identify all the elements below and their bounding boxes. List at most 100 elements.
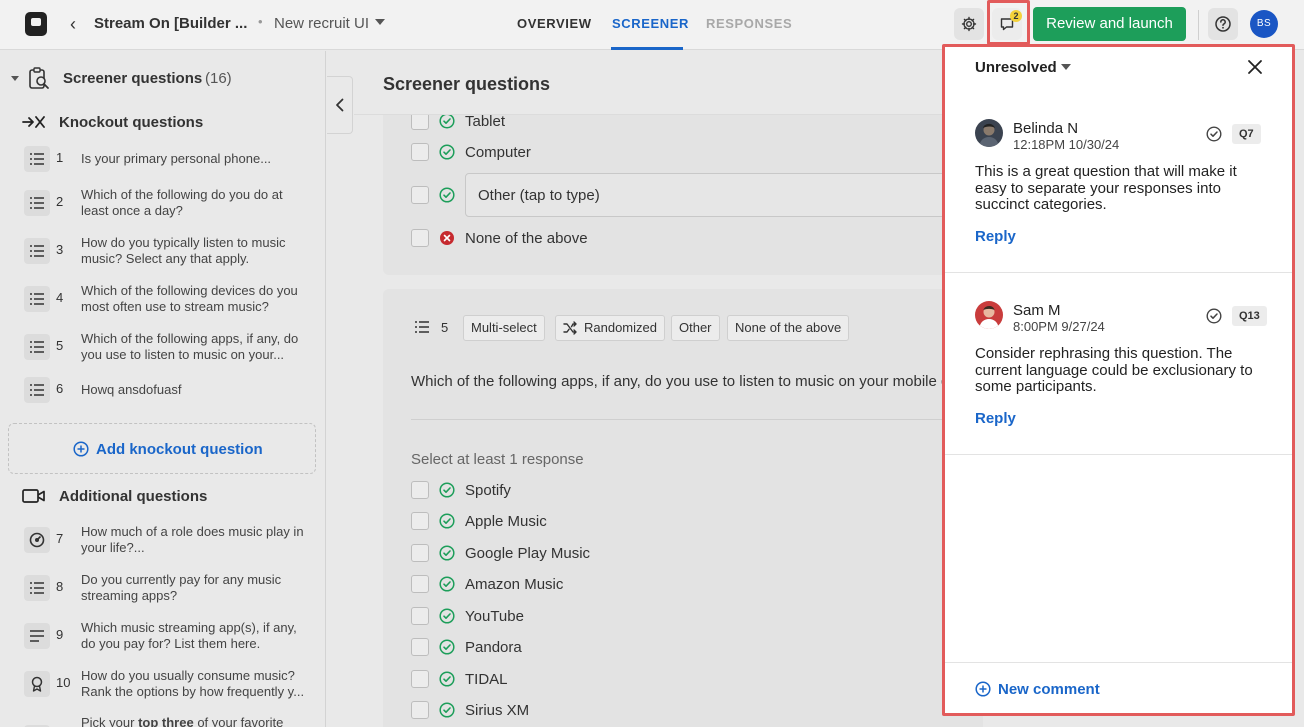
chevron-down-icon[interactable]: [375, 19, 385, 25]
collapse-caret-icon[interactable]: [11, 76, 19, 81]
list-icon: [24, 575, 50, 601]
resolve-check-icon[interactable]: [1206, 308, 1222, 324]
comment-author: Belinda N: [1013, 120, 1079, 137]
help-button[interactable]: [1208, 8, 1238, 40]
question-text: Howq ansdofuasf: [81, 382, 182, 397]
option-checkbox[interactable]: [411, 481, 429, 499]
sidebar-item-q4[interactable]: 4 Which of the following devices do you …: [0, 274, 325, 324]
comment-timestamp: 12:18PM 10/30/24: [1013, 137, 1120, 152]
option-label: Sirius XM: [465, 702, 530, 719]
reply-button[interactable]: Reply: [975, 228, 1016, 245]
other-option-input[interactable]: Other (tap to type): [465, 173, 985, 217]
option-checkbox[interactable]: [411, 701, 429, 719]
list-icon: [24, 286, 50, 312]
option-checkbox[interactable]: [411, 512, 429, 530]
new-comment-button[interactable]: New comment: [945, 662, 1292, 713]
list-icon: [24, 334, 50, 360]
chevron-down-icon[interactable]: [1061, 64, 1071, 70]
check-circle-icon: [439, 513, 455, 529]
project-title[interactable]: Stream On [Builder ...: [94, 15, 247, 32]
tag-randomized: Randomized: [555, 315, 665, 341]
question-text: Which of the following devices do you mo…: [81, 283, 298, 314]
option-label: Computer: [465, 144, 531, 161]
comments-panel-header: Unresolved: [945, 47, 1292, 87]
sidebar-item-q11[interactable]: Pick your top three of your favorite: [0, 711, 325, 727]
page-title: Screener questions: [383, 74, 551, 94]
question-number: 1: [56, 150, 64, 165]
tag-multi-select: Multi-select: [463, 315, 545, 341]
option-checkbox[interactable]: [411, 143, 429, 161]
question-reference-badge[interactable]: Q13: [1232, 306, 1267, 326]
sidebar-item-q1[interactable]: 1 Is your primary personal phone...: [0, 136, 325, 182]
sidebar-item-q3[interactable]: 3 How do you typically listen to music m…: [0, 226, 325, 276]
check-circle-icon: [439, 187, 455, 203]
sidebar: Screener questions (16) Knockout questio…: [0, 51, 326, 727]
user-avatar[interactable]: BS: [1250, 10, 1278, 38]
screener-icon: [29, 67, 49, 89]
app-logo[interactable]: [25, 12, 47, 36]
question-text: Which of the following apps, if any, do …: [81, 331, 299, 362]
recruit-name-dropdown[interactable]: New recruit UI: [274, 15, 369, 32]
list-icon: [24, 238, 50, 264]
sidebar-item-q6[interactable]: 6 Howq ansdofuasf: [0, 373, 325, 407]
question-number: 6: [56, 381, 64, 396]
reply-button[interactable]: Reply: [975, 410, 1016, 427]
check-circle-icon: [439, 144, 455, 160]
sidebar-item-q9[interactable]: 9 Which music streaming app(s), if any, …: [0, 611, 325, 661]
collapse-sidebar-button[interactable]: [327, 76, 353, 134]
divider: [411, 419, 983, 420]
question-reference-badge[interactable]: Q7: [1232, 124, 1261, 144]
resolve-check-icon[interactable]: [1206, 126, 1222, 142]
question-text: Is your primary personal phone...: [81, 151, 272, 166]
sidebar-item-q5[interactable]: 5 Which of the following apps, if any, d…: [0, 322, 325, 372]
question-number: 8: [56, 579, 64, 594]
comments-panel: Unresolved Belinda N 12:18PM 10/30/24 Q7…: [942, 44, 1295, 716]
tab-overview[interactable]: OVERVIEW: [517, 16, 592, 31]
list-icon: [415, 321, 429, 333]
option-checkbox[interactable]: [411, 575, 429, 593]
comment-timestamp: 8:00PM 9/27/24: [1013, 319, 1105, 334]
option-checkbox[interactable]: [411, 607, 429, 625]
plus-circle-icon: [73, 441, 89, 457]
sidebar-header[interactable]: Screener questions (16): [0, 51, 325, 107]
option-checkbox[interactable]: [411, 186, 429, 204]
option-checkbox[interactable]: [411, 544, 429, 562]
sidebar-item-q7[interactable]: 7 How much of a role does music play in …: [0, 515, 325, 565]
close-icon[interactable]: [1245, 57, 1265, 77]
question-number: 7: [56, 531, 64, 546]
question-number: 5: [56, 338, 64, 353]
comment-body: This is a great question that will make …: [975, 163, 1237, 213]
sidebar-item-q8[interactable]: 8 Do you currently pay for any music str…: [0, 563, 325, 613]
sidebar-item-q10[interactable]: 10 How do you usually consume music? Ran…: [0, 659, 325, 709]
tag-none-of-the-above: None of the above: [727, 315, 850, 341]
question-number: 10: [56, 675, 71, 690]
gauge-icon: [24, 527, 50, 553]
question-text[interactable]: Which of the following apps, if any, do …: [411, 373, 965, 390]
option-label: TIDAL: [465, 671, 508, 688]
option-label: Tablet: [465, 113, 506, 130]
option-label: Other (tap to type): [478, 187, 600, 204]
help-icon: [1215, 16, 1231, 32]
back-icon[interactable]: ‹: [62, 12, 84, 36]
option-checkbox[interactable]: [411, 638, 429, 656]
question-card-4: Tablet Computer Other (tap to type) None…: [383, 105, 985, 275]
tab-responses[interactable]: RESPONSES: [706, 16, 792, 31]
check-circle-icon: [439, 639, 455, 655]
tab-screener[interactable]: SCREENER: [612, 16, 689, 31]
text-lines-icon: [24, 623, 50, 649]
additional-section-header: Additional questions: [0, 481, 325, 511]
option-label: Google Play Music: [465, 545, 591, 562]
sidebar-item-q2[interactable]: 2 Which of the following do you do at le…: [0, 178, 325, 228]
add-knockout-label: Add knockout question: [96, 441, 263, 458]
review-and-launch-button[interactable]: Review and launch: [1033, 7, 1186, 41]
list-icon: [24, 146, 50, 172]
additional-title: Additional questions: [59, 488, 208, 505]
settings-button[interactable]: [954, 8, 984, 40]
option-checkbox[interactable]: [411, 670, 429, 688]
comment-filter-dropdown[interactable]: Unresolved: [975, 59, 1057, 76]
check-circle-icon: [439, 576, 455, 592]
option-checkbox[interactable]: [411, 229, 429, 247]
question-text: Which of the following do you do at leas…: [81, 187, 283, 218]
question-count: (16): [205, 70, 232, 87]
add-knockout-question-button[interactable]: Add knockout question: [8, 423, 316, 474]
